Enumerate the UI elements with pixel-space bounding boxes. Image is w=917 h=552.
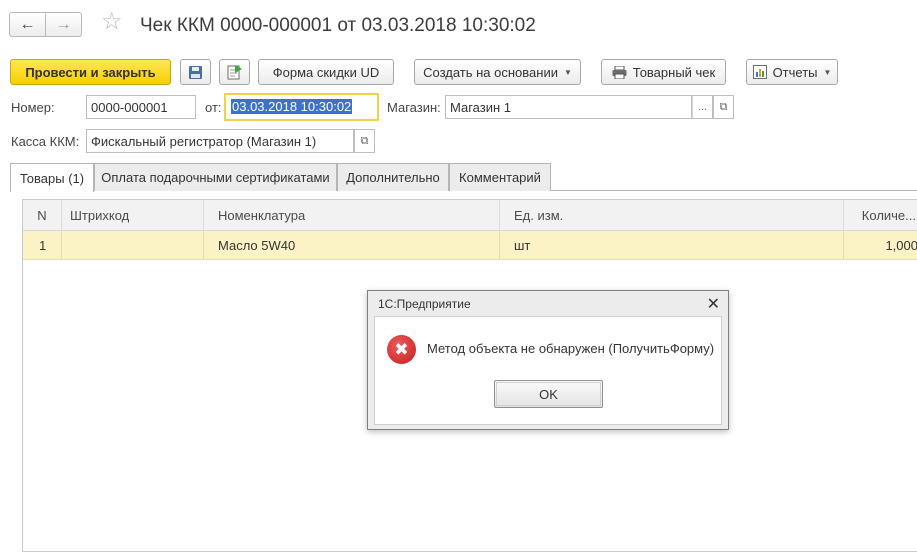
dialog-body: ✖ Метод объекта не обнаружен (ПолучитьФо… xyxy=(374,316,722,425)
store-field[interactable]: Магазин 1 xyxy=(445,95,692,119)
error-icon: ✖ xyxy=(387,335,416,364)
caret-down-icon: ▼ xyxy=(823,67,832,77)
arrow-right-icon: → xyxy=(55,15,72,33)
caret-down-icon: ▼ xyxy=(563,67,572,77)
store-select-button[interactable]: ... xyxy=(692,95,713,119)
register-label: Касса ККМ: xyxy=(11,134,80,149)
cell-item: Масло 5W40 xyxy=(204,231,500,260)
dialog-title: 1С:Предприятие xyxy=(378,297,471,311)
save-button[interactable] xyxy=(180,59,211,85)
cell-barcode xyxy=(62,231,204,260)
cell-quantity: 1,000 xyxy=(885,238,917,253)
tab-goods[interactable]: Товары (1) xyxy=(10,163,94,192)
tab-comment[interactable]: Комментарий xyxy=(449,163,551,191)
document-green-arrow-icon xyxy=(227,64,242,79)
store-open-button[interactable]: ⧉ xyxy=(713,95,734,119)
open-window-icon: ⧉ xyxy=(360,134,369,147)
reports-label: Отчеты xyxy=(772,64,818,80)
table-header: N Штрихкод Номенклатура Ед. изм. Количе.… xyxy=(23,200,917,231)
number-label: Номер: xyxy=(11,100,55,115)
floppy-disk-icon xyxy=(189,65,202,79)
cell-n: 1 xyxy=(23,231,62,260)
printer-icon xyxy=(612,65,627,79)
dialog-message: Метод объекта не обнаружен (ПолучитьФорм… xyxy=(427,341,715,356)
post-and-close-button[interactable]: Провести и закрыть xyxy=(10,59,171,85)
column-n[interactable]: N xyxy=(23,200,62,231)
number-field[interactable]: 0000-000001 xyxy=(86,95,196,119)
tab-additional[interactable]: Дополнительно xyxy=(337,163,449,191)
create-based-on-button[interactable]: Создать на основании ▼ xyxy=(414,59,581,85)
cell-unit: шт xyxy=(500,231,844,260)
arrow-left-icon: ← xyxy=(19,15,36,33)
column-barcode[interactable]: Штрихкод xyxy=(62,200,204,231)
date-field[interactable]: 03.03.2018 10:30:02 xyxy=(224,93,379,121)
column-quantity[interactable]: Количе... xyxy=(844,200,917,231)
back-button[interactable]: ← xyxy=(9,12,46,37)
report-chart-icon xyxy=(752,65,767,79)
error-dialog: 1С:Предприятие ✕ ✖ Метод объекта не обна… xyxy=(367,290,729,430)
close-icon[interactable]: ✕ xyxy=(707,294,720,314)
register-open-button[interactable]: ⧉ xyxy=(354,129,375,153)
page-title: Чек ККМ 0000-000001 от 03.03.2018 10:30:… xyxy=(140,15,536,36)
column-unit[interactable]: Ед. изм. xyxy=(500,200,844,231)
column-item[interactable]: Номенклатура xyxy=(204,200,500,231)
discount-form-label: Форма скидки UD xyxy=(272,64,380,80)
goods-receipt-label: Товарный чек xyxy=(632,64,716,80)
create-based-on-label: Создать на основании xyxy=(423,64,558,80)
forward-button[interactable]: → xyxy=(45,12,82,37)
ok-button[interactable]: OK xyxy=(494,380,603,408)
goods-receipt-button[interactable]: Товарный чек xyxy=(601,59,726,85)
register-field[interactable]: Фискальный регистратор (Магазин 1) xyxy=(86,129,354,153)
reports-button[interactable]: Отчеты ▼ xyxy=(746,59,838,85)
discount-form-button[interactable]: Форма скидки UD xyxy=(258,59,394,85)
ellipsis-icon: ... xyxy=(697,101,708,113)
star-icon[interactable]: ☆ xyxy=(101,10,123,34)
post-and-close-label: Провести и закрыть xyxy=(25,64,156,80)
store-label: Магазин: xyxy=(387,100,441,115)
document-journal-button[interactable] xyxy=(219,59,250,85)
open-window-icon: ⧉ xyxy=(719,100,728,113)
date-value: 03.03.2018 10:30:02 xyxy=(231,99,353,114)
table-row[interactable]: 1 Масло 5W40 шт 1,000 xyxy=(23,231,917,260)
date-label: от: xyxy=(205,100,222,115)
tab-gift-certificates[interactable]: Оплата подарочными сертификатами xyxy=(94,163,337,191)
ok-label: OK xyxy=(539,386,558,402)
